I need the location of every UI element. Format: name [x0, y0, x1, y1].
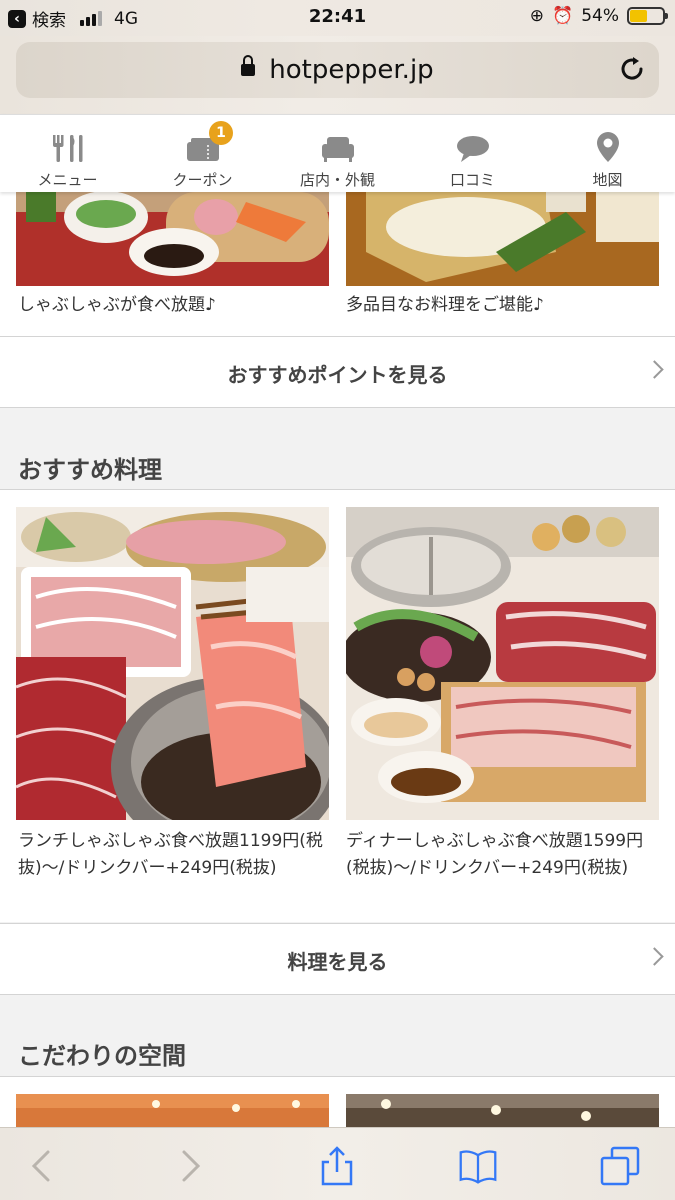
map-pin-icon [596, 123, 620, 163]
status-bar: ‹ 検索 4G 22:41 ⊕ ⏰ 54% [0, 0, 675, 36]
point-image-shabushabu[interactable] [16, 192, 329, 286]
point-image-dishes[interactable] [346, 192, 659, 286]
battery-percent: 54% [581, 6, 619, 26]
tab-reviews[interactable]: 口コミ [405, 115, 540, 192]
see-dishes-link[interactable]: 料理を見る [0, 923, 675, 995]
browser-header: hotpepper.jp [0, 36, 675, 114]
space-image-2[interactable] [346, 1094, 659, 1127]
shop-tab-nav: メニュー クーポン 1 店内・外観 口コミ 地図 [0, 114, 675, 192]
coupon-count-badge: 1 [209, 121, 233, 145]
lock-icon [241, 55, 256, 76]
see-points-link[interactable]: おすすめポイントを見る [0, 336, 675, 408]
see-points-label: おすすめポイントを見る [227, 363, 448, 387]
tab-coupon-label: クーポン [172, 171, 233, 189]
space-image-1[interactable] [16, 1094, 329, 1127]
browser-toolbar [0, 1127, 675, 1200]
bookmarks-icon[interactable] [458, 1146, 498, 1186]
fork-knife-icon [51, 123, 85, 163]
dish-image-lunch[interactable] [16, 507, 329, 820]
reload-icon[interactable] [617, 54, 647, 84]
tab-interior-label: 店内・外観 [299, 171, 375, 189]
back-arrow-icon[interactable] [22, 1146, 62, 1186]
share-icon[interactable] [317, 1146, 357, 1186]
battery-level [630, 10, 648, 22]
orientation-lock-icon: ⊕ [529, 6, 545, 26]
tab-menu[interactable]: メニュー [0, 115, 135, 192]
battery-icon [627, 7, 668, 25]
point-caption: 多品目なお料理をご堪能♪ [346, 295, 544, 315]
section-title-space: こだわりの空間 [18, 1042, 186, 1070]
dish-caption: ディナーしゃぶしゃぶ食べ放題1599円(税抜)〜/ドリンクバー+249円(税抜) [346, 831, 644, 878]
tab-coupon[interactable]: クーポン 1 [135, 115, 270, 192]
tab-interior[interactable]: 店内・外観 [270, 115, 405, 192]
address-bar[interactable]: hotpepper.jp [16, 42, 659, 98]
tab-menu-label: メニュー [37, 171, 98, 189]
speech-bubble-icon [456, 123, 490, 163]
dish-image-dinner[interactable] [346, 507, 659, 820]
sofa-icon [321, 123, 355, 163]
section-title-dishes: おすすめ料理 [18, 456, 162, 484]
forward-arrow-icon[interactable] [170, 1146, 210, 1186]
url-text: hotpepper.jp [269, 55, 434, 85]
tab-map-label: 地図 [592, 171, 623, 189]
dish-caption: ランチしゃぶしゃぶ食べ放題1199円(税抜)〜/ドリンクバー+249円(税抜) [18, 831, 323, 878]
see-dishes-label: 料理を見る [287, 950, 388, 974]
tab-map[interactable]: 地図 [540, 115, 675, 192]
alarm-icon: ⏰ [552, 6, 574, 26]
tabs-icon[interactable] [600, 1146, 640, 1186]
point-caption: しゃぶしゃぶが食べ放題♪ [18, 295, 216, 315]
page-content: しゃぶしゃぶが食べ放題♪ 多品目なお料理をご堪能♪ おすすめポイントを見る おす… [0, 192, 675, 1127]
tab-reviews-label: 口コミ [449, 171, 495, 189]
